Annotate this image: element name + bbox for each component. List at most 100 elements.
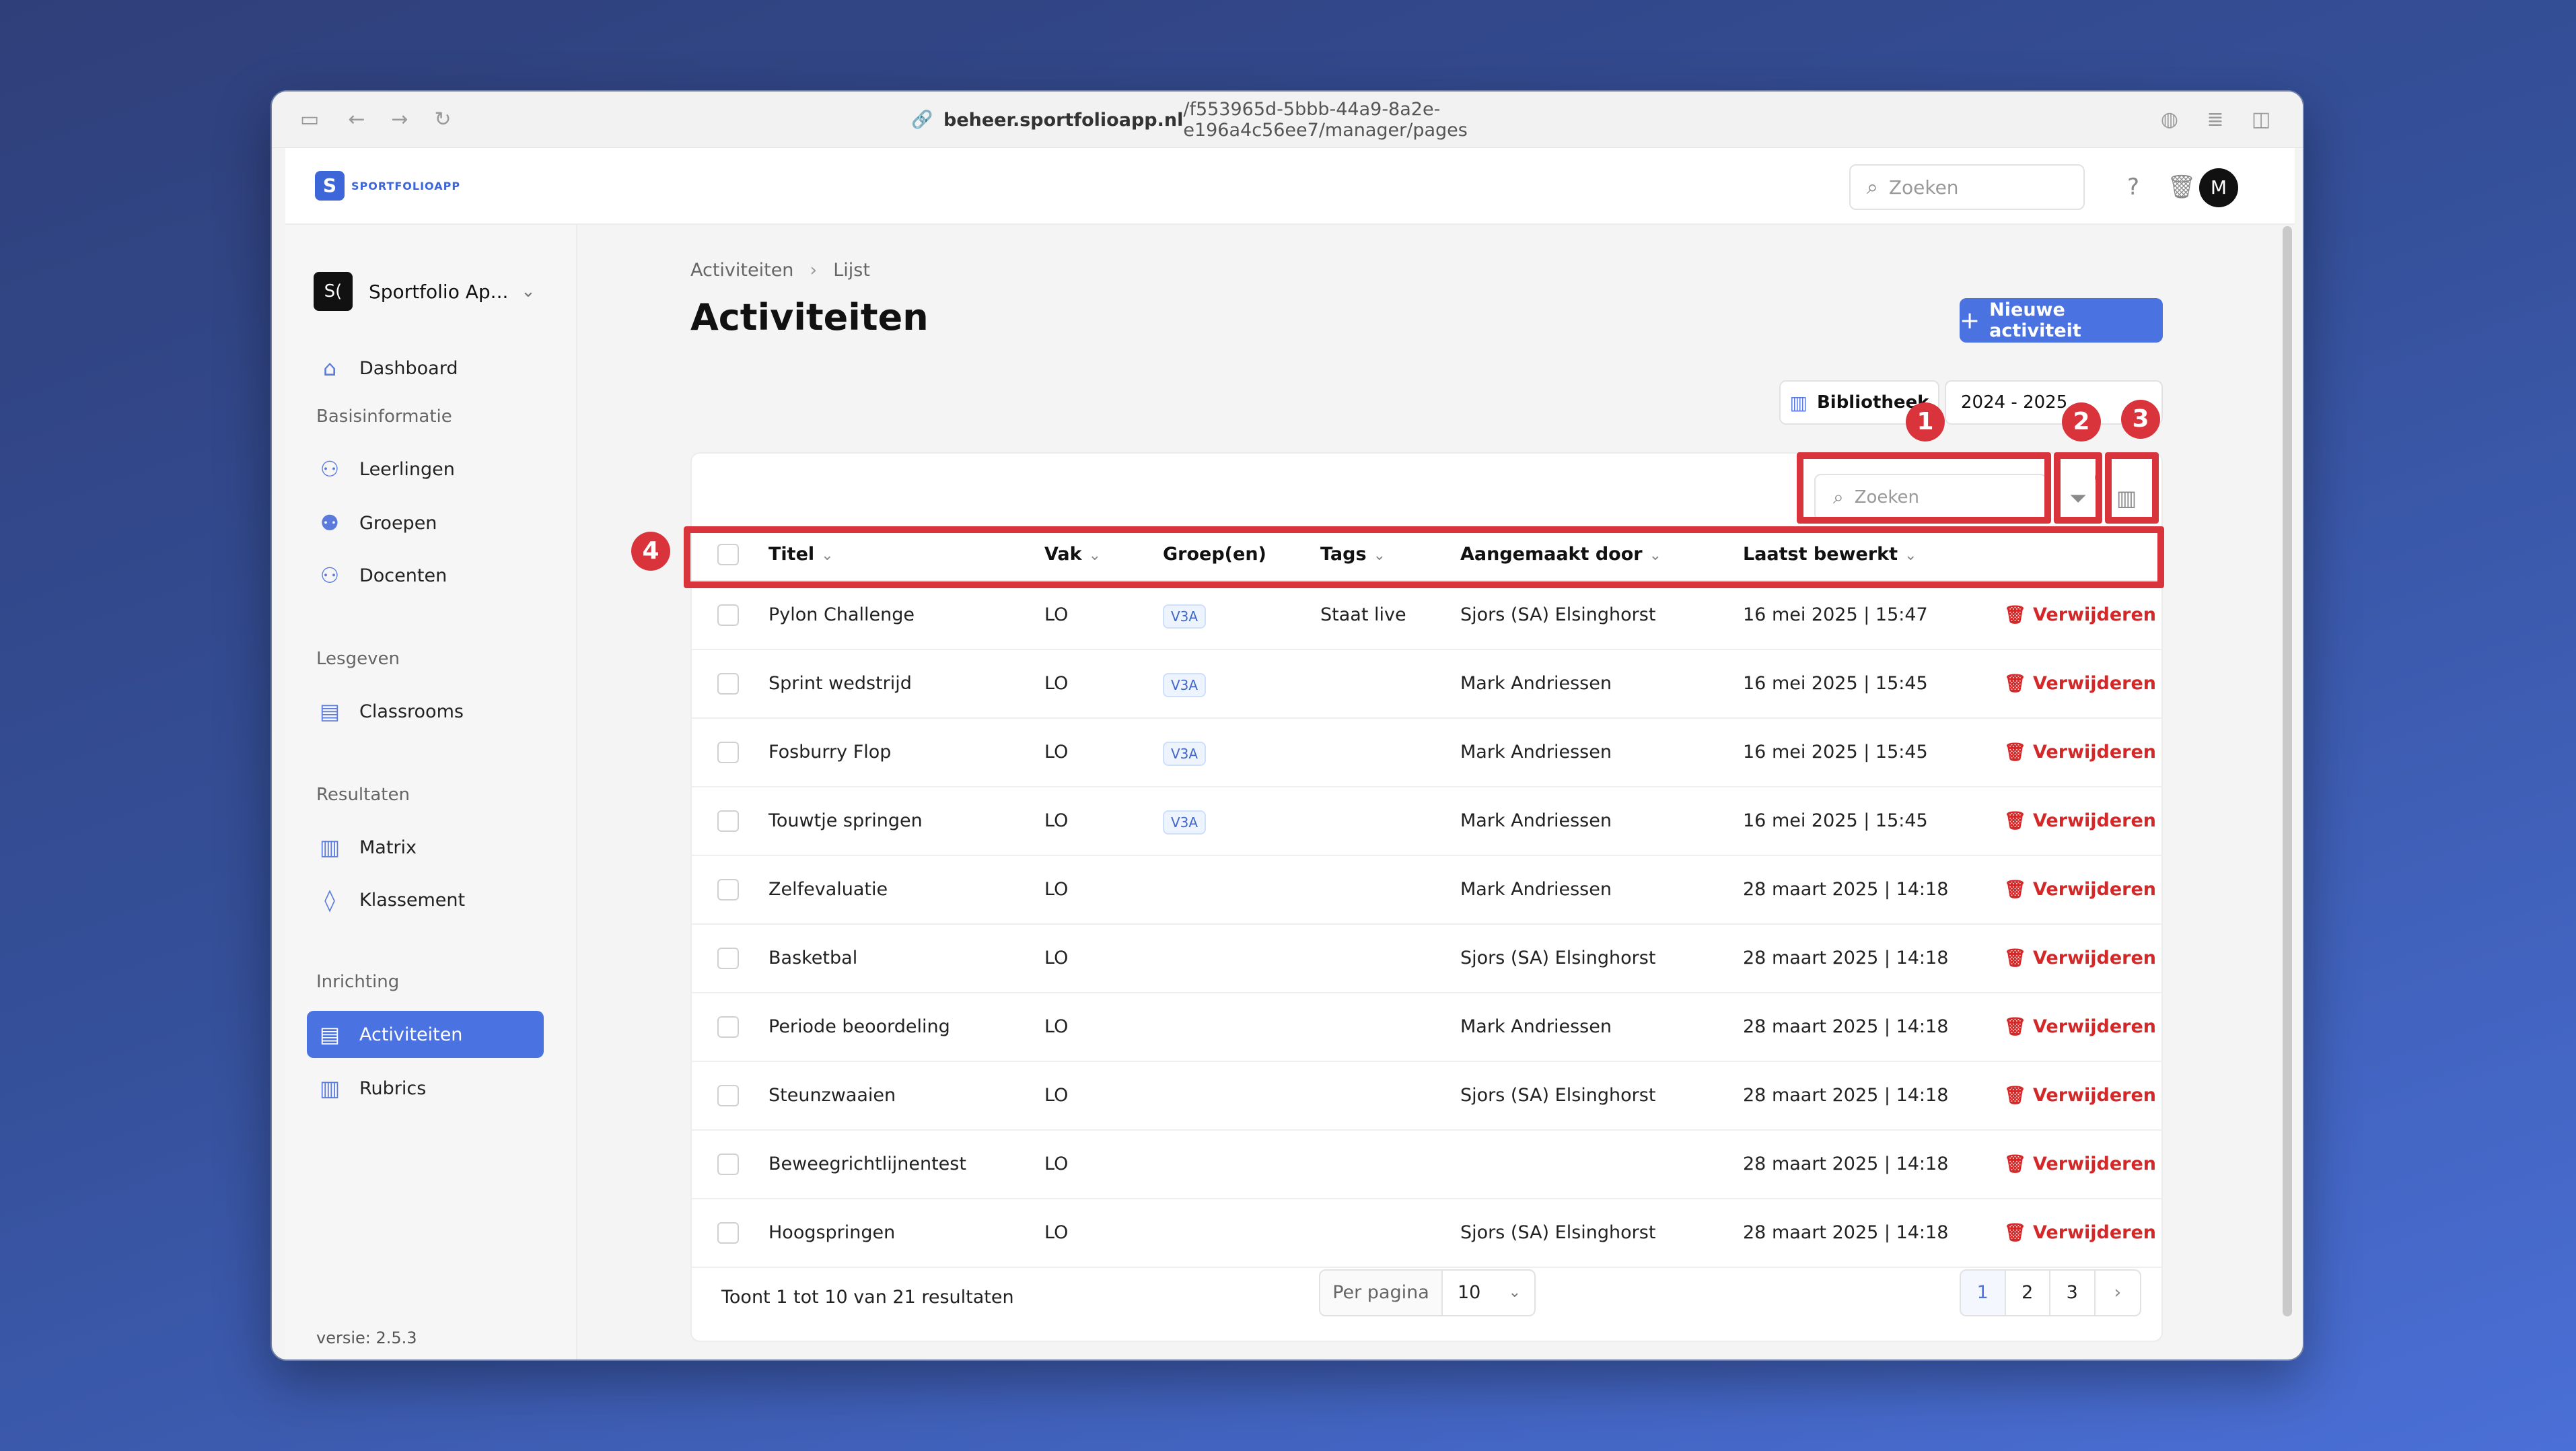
cell-titel[interactable]: Sprint wedstrijd [768, 650, 912, 717]
row-checkbox[interactable] [717, 1154, 739, 1175]
cell-laatst-bewerkt: 28 maart 2025 | 14:18 [1743, 1016, 1949, 1037]
cell-vak: LO [1044, 1016, 1069, 1037]
sidebar-item-classrooms[interactable]: ▤ Classrooms [307, 688, 544, 735]
delete-button[interactable]: 🗑 Verwijderen [2004, 1199, 2156, 1267]
table-row[interactable]: Steunzwaaien LO Sjors (SA) Elsinghorst 28 m… [692, 1062, 2161, 1131]
delete-button[interactable]: 🗑 Verwijderen [2004, 856, 2156, 923]
columns-icon: ▥ [319, 1075, 341, 1101]
row-checkbox[interactable] [717, 948, 739, 969]
row-checkbox[interactable] [717, 879, 739, 900]
delete-button[interactable]: 🗑 Verwijderen [2004, 1062, 2156, 1129]
row-checkbox[interactable] [717, 742, 739, 763]
sidebar-item-label: Matrix [359, 837, 417, 858]
sidebar-item-activiteiten[interactable]: ▤ Activiteiten [307, 1011, 544, 1058]
table-row[interactable]: Zelfevaluatie LO Mark Andriessen 28 maart 2… [692, 856, 2161, 925]
row-checkbox[interactable] [717, 1222, 739, 1244]
avatar[interactable]: M [2199, 168, 2238, 207]
cell-titel[interactable]: Hoogspringen [768, 1199, 895, 1267]
cell-titel[interactable]: Basketbal [768, 925, 857, 992]
new-activity-label: Nieuwe activiteit [1989, 299, 2081, 341]
sidebar-item-klassement[interactable]: ◊ Klassement [307, 876, 544, 923]
next-page-icon[interactable]: › [2096, 1271, 2140, 1315]
page-button-1[interactable]: 1 [1961, 1271, 2006, 1315]
table-row[interactable]: Pylon Challenge LO V3A Staat live Sjors (SA)… [692, 581, 2161, 650]
help-icon[interactable]: ? [2117, 171, 2149, 203]
cell-titel[interactable]: Steunzwaaien [768, 1062, 896, 1129]
cell-titel[interactable]: Zelfevaluatie [768, 856, 888, 923]
split-view-icon[interactable]: ◫ [2248, 106, 2275, 133]
cell-titel[interactable]: Beweegrichtlijnentest [768, 1131, 966, 1198]
sidebar-item-groepen[interactable]: ⚉ Groepen [307, 499, 544, 546]
table-row[interactable]: Periode beoordeling LO Mark Andriessen 28 m… [692, 993, 2161, 1062]
cell-aangemaakt-door: Mark Andriessen [1460, 673, 1612, 694]
version-label: versie: 2.5.3 [316, 1329, 417, 1347]
search-icon: ⌕ [1867, 175, 1878, 199]
inbox-icon: ▤ [319, 699, 341, 724]
sidebar-item-leerlingen[interactable]: ⚇ Leerlingen [307, 446, 544, 493]
table-row[interactable]: Sprint wedstrijd LO V3A Mark Andriessen 16 m… [692, 650, 2161, 719]
header-search-input[interactable]: ⌕ Zoeken [1849, 164, 2085, 210]
table-row[interactable]: Basketbal LO Sjors (SA) Elsinghorst 28 maar… [692, 925, 2161, 993]
new-activity-button[interactable]: + Nieuwe activiteit [1960, 298, 2163, 343]
address-bar[interactable]: 🔗 beheer.sportfolioapp.nl /f553965d-5bbb… [911, 99, 1719, 141]
breadcrumb-root[interactable]: Activiteiten [690, 260, 793, 281]
trash-icon: 🗑 [2004, 1086, 2027, 1106]
delete-button[interactable]: 🗑 Verwijderen [2004, 925, 2156, 992]
group-badge: V3A [1163, 810, 1207, 835]
back-arrow-icon[interactable]: ← [343, 106, 370, 133]
delete-button[interactable]: 🗑 Verwijderen [2004, 650, 2156, 717]
password-icon[interactable]: ◍ [2156, 106, 2183, 133]
sidebar-item-dashboard[interactable]: ⌂ Dashboard [307, 345, 544, 392]
browser-window: ▭ ← → ↻ 🔗 beheer.sportfolioapp.nl /f5539… [271, 90, 2304, 1361]
cell-laatst-bewerkt: 16 mei 2025 | 15:45 [1743, 742, 1928, 763]
delete-button[interactable]: 🗑 Verwijderen [2004, 787, 2156, 855]
cell-aangemaakt-door: Sjors (SA) Elsinghorst [1460, 604, 1656, 625]
page-button-2[interactable]: 2 [2006, 1271, 2050, 1315]
delete-button[interactable]: 🗑 Verwijderen [2004, 581, 2156, 649]
sidebar-item-docenten[interactable]: ⚇ Docenten [307, 552, 544, 599]
delete-label: Verwijderen [2033, 742, 2157, 763]
trash-icon[interactable]: 🗑 [2166, 171, 2198, 203]
cell-vak: LO [1044, 673, 1069, 694]
page-scrollbar[interactable] [2283, 226, 2292, 1316]
sidebar-item-rubrics[interactable]: ▥ Rubrics [307, 1065, 544, 1112]
reader-icon[interactable]: ≣ [2202, 106, 2229, 133]
forward-arrow-icon[interactable]: → [386, 106, 413, 133]
chevron-down-icon: ⌄ [521, 281, 536, 302]
table-row[interactable]: Fosburry Flop LO V3A Mark Andriessen 16 mei … [692, 719, 2161, 787]
trash-icon: 🗑 [2004, 948, 2027, 968]
delete-button[interactable]: 🗑 Verwijderen [2004, 1131, 2156, 1198]
page-title: Activiteiten [690, 296, 929, 339]
table-row[interactable]: Hoogspringen LO Sjors (SA) Elsinghorst 28 m… [692, 1199, 2161, 1268]
org-switcher[interactable]: S( Sportfolio Ap... ⌄ [314, 272, 536, 311]
cell-titel[interactable]: Periode beoordeling [768, 993, 950, 1061]
delete-button[interactable]: 🗑 Verwijderen [2004, 719, 2156, 786]
app-logo[interactable]: S SPORTFOLIOAPP [315, 171, 460, 201]
sidebar-item-matrix[interactable]: ▥ Matrix [307, 824, 544, 871]
row-checkbox[interactable] [717, 810, 739, 832]
table-row[interactable]: Beweegrichtlijnentest LO 28 maart 2025 | 1… [692, 1131, 2161, 1199]
cell-titel[interactable]: Fosburry Flop [768, 719, 891, 786]
reload-icon[interactable]: ↻ [429, 106, 456, 133]
chevron-right-icon: › [810, 260, 818, 281]
cell-aangemaakt-door: Mark Andriessen [1460, 810, 1612, 831]
breadcrumb: Activiteiten › Lijst [690, 260, 870, 281]
cell-vak: LO [1044, 948, 1069, 968]
per-page-select[interactable]: Per pagina 10 ⌄ [1319, 1269, 1536, 1316]
delete-button[interactable]: 🗑 Verwijderen [2004, 993, 2156, 1061]
table-row[interactable]: Touwtje springen LO V3A Mark Andriessen 16 m… [692, 787, 2161, 856]
cell-titel[interactable]: Pylon Challenge [768, 581, 915, 649]
delete-label: Verwijderen [2033, 810, 2157, 831]
group-badge: V3A [1163, 742, 1207, 766]
chevron-down-icon: ⌄ [1508, 1284, 1521, 1301]
annotation-box-header [684, 526, 2164, 588]
cell-titel[interactable]: Touwtje springen [768, 787, 923, 855]
row-checkbox[interactable] [717, 604, 739, 626]
row-checkbox[interactable] [717, 1085, 739, 1106]
row-checkbox[interactable] [717, 1016, 739, 1038]
sidebar: S( Sportfolio Ap... ⌄ ⌂ Dashboard Basisi… [285, 225, 577, 1359]
page-button-3[interactable]: 3 [2050, 1271, 2096, 1315]
row-checkbox[interactable] [717, 673, 739, 695]
sidebar-item-label: Rubrics [359, 1077, 427, 1099]
sidebar-toggle-icon[interactable]: ▭ [296, 106, 323, 133]
